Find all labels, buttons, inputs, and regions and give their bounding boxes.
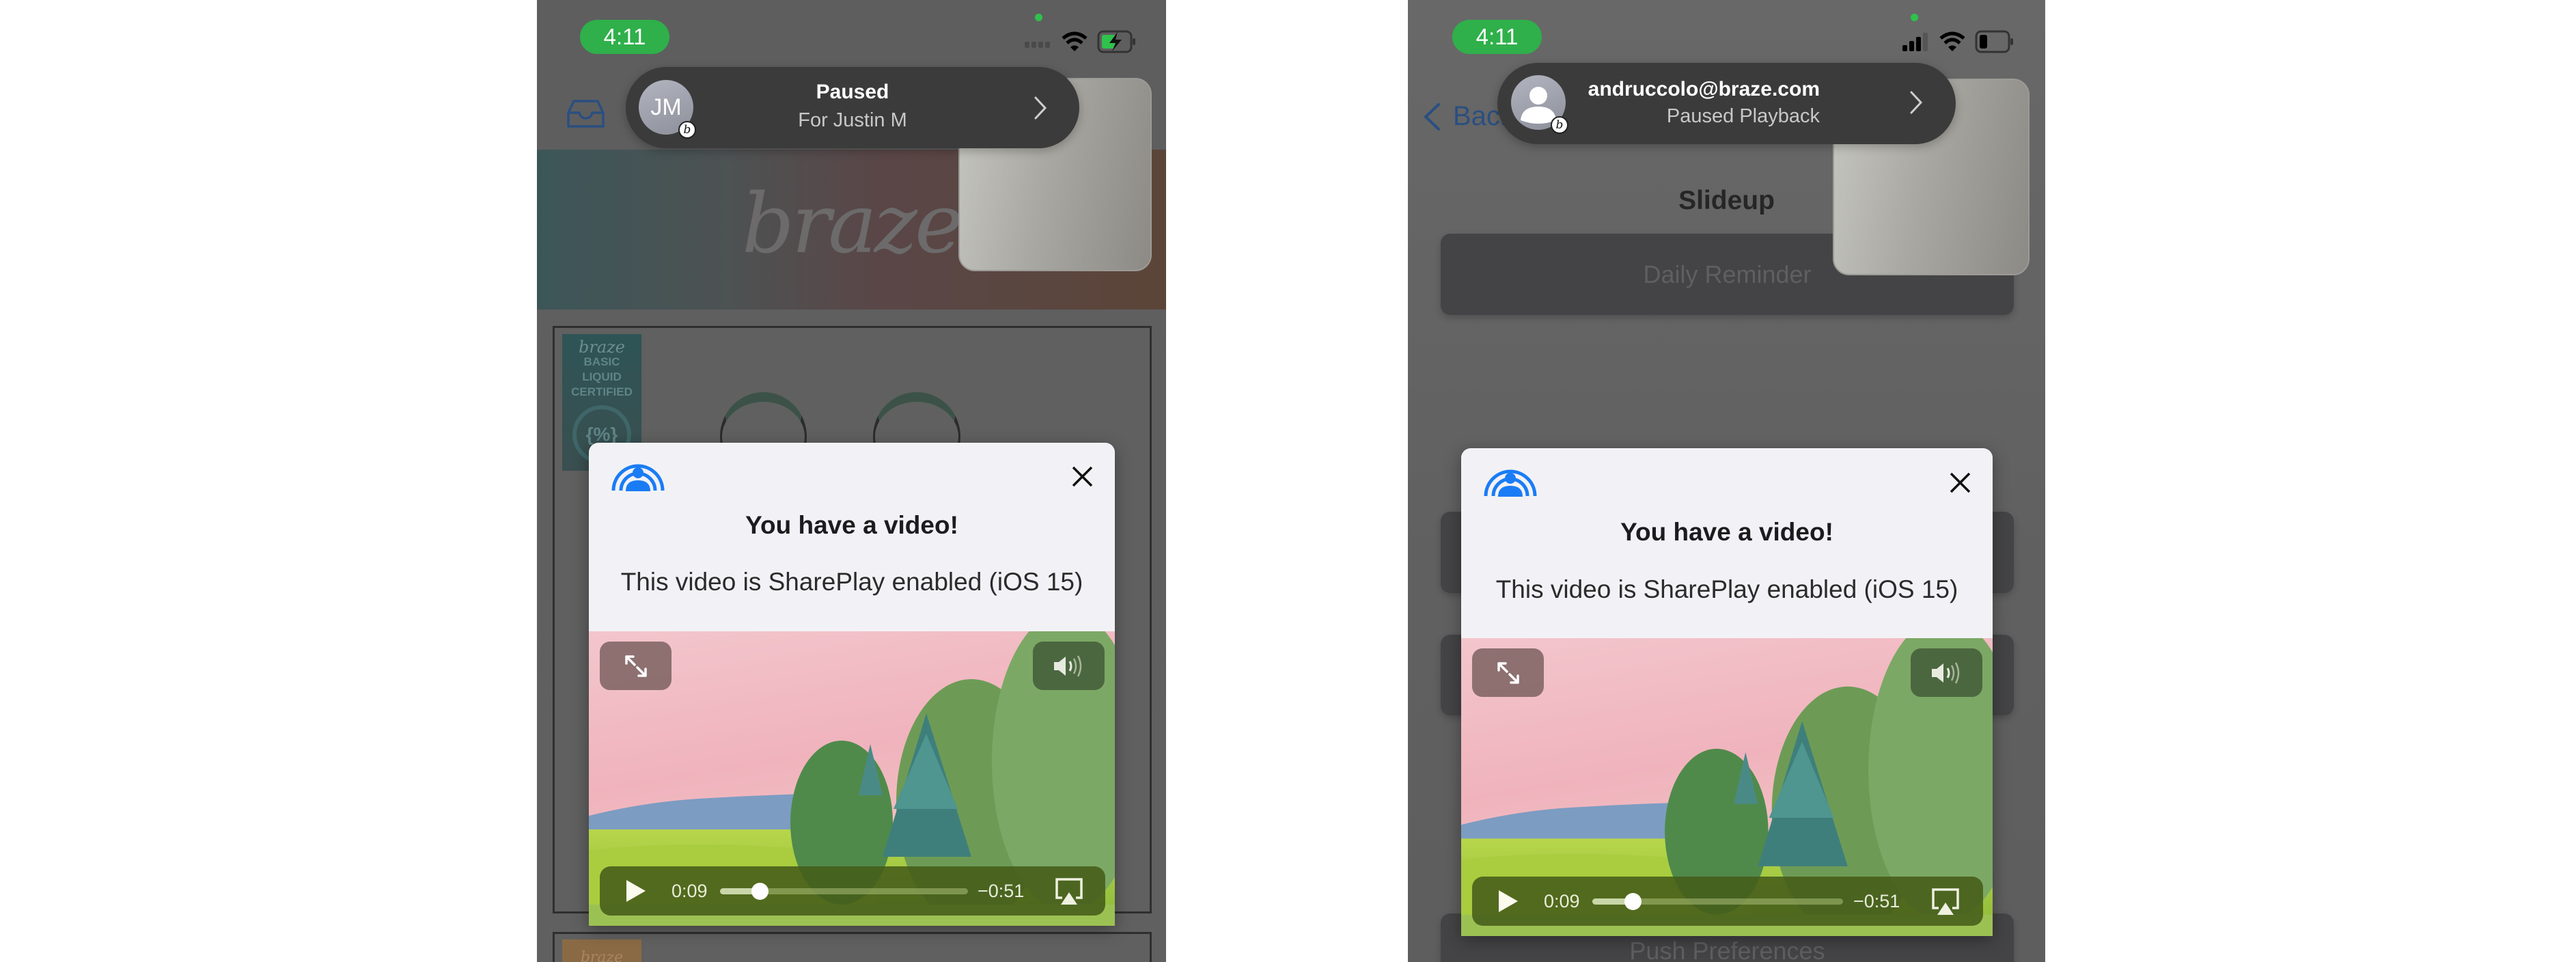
badge-brand: braze xyxy=(579,338,625,357)
phone-screen-right: Back Slideup Daily Reminder Push Prefere… xyxy=(1408,0,2045,962)
close-icon[interactable] xyxy=(1071,465,1094,488)
scrubber-knob[interactable] xyxy=(1624,893,1642,910)
current-time: 0:09 xyxy=(671,881,708,901)
scrubber[interactable] xyxy=(720,883,968,900)
modal-body-text: This video is SharePlay enabled (iOS 15) xyxy=(1495,575,1958,603)
inbox-icon[interactable] xyxy=(566,99,606,128)
badge-line: BASIC xyxy=(583,355,620,368)
cellular-signal-icon xyxy=(1025,42,1050,48)
battery-low-icon xyxy=(1975,30,2013,53)
banner-subtitle: Paused Playback xyxy=(1666,105,1820,127)
chevron-right-icon[interactable] xyxy=(1034,96,1047,120)
video-modal: You have a video! This video is SharePla… xyxy=(1461,448,1993,936)
shareplay-icon xyxy=(1484,469,1537,497)
video-modal: You have a video! This video is SharePla… xyxy=(589,443,1115,926)
camera-in-use-indicator xyxy=(1911,14,1918,21)
banner-title: Paused xyxy=(816,81,889,103)
airplay-icon[interactable] xyxy=(1930,888,1961,916)
shareplay-banner[interactable]: JM b Paused For Justin M xyxy=(626,67,1079,148)
speaker-icon xyxy=(1931,661,1959,684)
banner-subtitle: For Justin M xyxy=(798,109,907,131)
play-icon[interactable] xyxy=(1497,890,1519,913)
badge-line: LIQUID xyxy=(582,370,622,383)
fullscreen-button[interactable] xyxy=(1472,648,1544,697)
push-preferences-label: Push Preferences xyxy=(1629,937,1825,962)
app-badge-icon: b xyxy=(1551,116,1568,134)
status-time[interactable]: 4:11 xyxy=(580,20,669,54)
close-icon[interactable] xyxy=(1949,471,1971,494)
expand-icon xyxy=(1497,661,1519,684)
cellular-signal-icon xyxy=(1902,33,1928,51)
avatar: b xyxy=(1511,75,1568,134)
badge-line: CERTIFIED xyxy=(571,385,633,398)
phone-screen-left: braze braze BASIC LIQUID CERTIFIED {%} b… xyxy=(537,0,1166,962)
modal-title: You have a video! xyxy=(745,511,958,539)
banner-text-clip: andruccolo@braze.com Paused Playback xyxy=(1574,63,1820,144)
modal-body-text: This video is SharePlay enabled (iOS 15) xyxy=(620,568,1083,596)
back-chevron-icon[interactable] xyxy=(1423,102,1441,131)
scrubber-knob[interactable] xyxy=(751,883,769,900)
camera-in-use-indicator xyxy=(1035,14,1042,21)
playback-controls: 0:09 −0:51 xyxy=(600,866,1105,916)
modal-header: You have a video! This video is SharePla… xyxy=(589,443,1115,631)
modal-header: You have a video! This video is SharePla… xyxy=(1461,448,1993,638)
playback-controls: 0:09 −0:51 xyxy=(1472,877,1983,926)
airplay-icon[interactable] xyxy=(1054,877,1084,906)
status-icons xyxy=(1025,30,1137,53)
battery-charging-icon xyxy=(1097,30,1135,53)
status-time[interactable]: 4:11 xyxy=(1452,20,1542,54)
video-player[interactable]: 0:09 −0:51 xyxy=(1461,638,1993,936)
volume-button[interactable] xyxy=(1033,642,1105,690)
chevron-right-icon[interactable] xyxy=(1909,90,1923,115)
expand-icon xyxy=(624,655,647,677)
remaining-time: −0:51 xyxy=(978,881,1025,901)
volume-button[interactable] xyxy=(1911,648,1982,697)
shareplay-icon xyxy=(611,464,665,491)
current-time: 0:09 xyxy=(1544,891,1580,911)
wifi-icon xyxy=(1062,31,1088,51)
remaining-time: −0:51 xyxy=(1853,891,1900,911)
speaker-icon xyxy=(1053,655,1081,677)
fullscreen-button[interactable] xyxy=(600,642,671,690)
hero-logo: braze xyxy=(742,177,963,272)
scrubber[interactable] xyxy=(1592,893,1843,910)
video-player[interactable]: 0:09 −0:51 xyxy=(589,631,1115,926)
wifi-icon xyxy=(1939,31,1965,51)
play-icon[interactable] xyxy=(625,879,647,903)
content-card[interactable]: braze xyxy=(553,932,1152,962)
braze-badge-orange: braze xyxy=(562,939,641,962)
shareplay-banner[interactable]: andruccolo@braze.com Paused Playback b xyxy=(1497,63,1956,144)
banner-title: andruccolo@braze.com xyxy=(1588,78,1820,100)
modal-title: You have a video! xyxy=(1620,518,1833,546)
status-icons xyxy=(1902,30,2014,53)
